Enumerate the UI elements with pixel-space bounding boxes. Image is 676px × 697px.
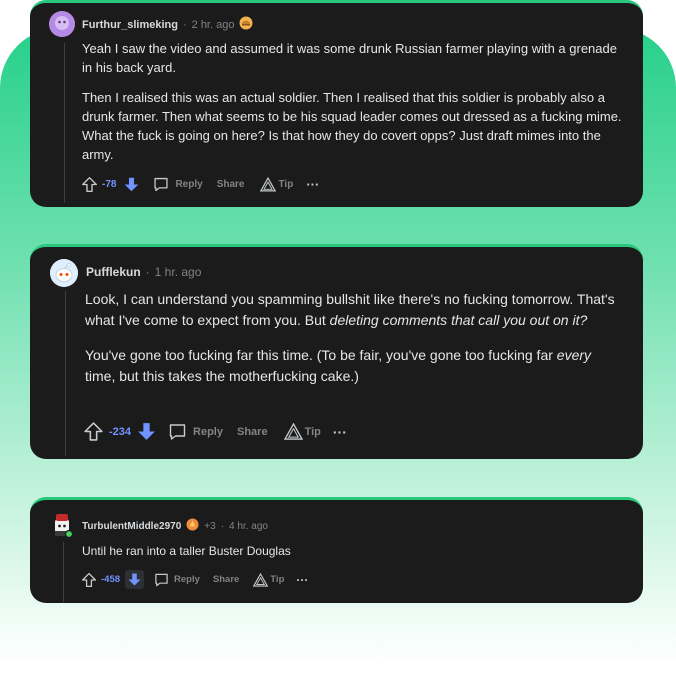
username[interactable]: Furthur_slimeking	[82, 19, 178, 31]
share-button[interactable]: Share	[213, 574, 239, 585]
tip-label: Tip	[270, 574, 285, 585]
vote-score: -78	[102, 179, 117, 190]
reply-button[interactable]: Reply	[152, 176, 203, 193]
avatar[interactable]	[51, 512, 75, 539]
more-options-icon[interactable]: ···	[296, 573, 308, 587]
comment-paragraph: You've gone too fucking far this time. (…	[85, 345, 625, 387]
comment-paragraph: Look, I can understand you spamming bull…	[85, 289, 625, 331]
avatar[interactable]	[50, 259, 78, 287]
downvote-icon[interactable]	[135, 421, 157, 442]
upvote-icon[interactable]	[80, 572, 97, 588]
meta-separator: ·	[145, 265, 150, 279]
paragraph-text: time, but this takes the motherfucking c…	[85, 368, 359, 384]
tip-button[interactable]: Tip	[260, 177, 293, 192]
tip-label: Tip	[304, 425, 321, 438]
thread-line	[63, 542, 64, 602]
avatar[interactable]	[49, 11, 75, 37]
share-button[interactable]: Share	[217, 179, 245, 190]
comment-meta: Furthur_slimeking · 2 hr. ago	[82, 16, 253, 33]
timestamp[interactable]: 4 hr. ago	[229, 521, 268, 532]
downvote-icon[interactable]	[125, 570, 145, 589]
share-label: Share	[216, 179, 245, 190]
comment-card-2: Pufflekun · 1 hr. ago Look, I can unders…	[30, 244, 643, 459]
tip-button[interactable]: Tip	[283, 423, 321, 440]
comment-bubble-icon	[155, 573, 168, 586]
thread-line	[64, 43, 65, 203]
award-icon	[239, 16, 253, 33]
comment-paragraph: Until he ran into a taller Buster Dougla…	[82, 544, 291, 558]
reply-label: Reply	[175, 179, 203, 190]
paragraph-text: You've gone too fucking far this time. (…	[85, 347, 557, 363]
action-bar: -458 Reply Share Tip ···	[80, 570, 308, 589]
comment-body: Until he ran into a taller Buster Dougla…	[82, 543, 622, 559]
comment-meta: TurbulentMiddle2970 +3 · 4 hr. ago	[82, 518, 268, 534]
comment-meta: Pufflekun · 1 hr. ago	[86, 265, 201, 279]
comment-paragraph: Then I realised this was an actual soldi…	[82, 90, 622, 162]
timestamp[interactable]: 1 hr. ago	[155, 265, 202, 279]
reply-label: Reply	[193, 425, 223, 438]
upvote-icon[interactable]	[82, 421, 104, 442]
award-icon	[186, 518, 199, 534]
username[interactable]: Pufflekun	[86, 265, 141, 279]
reply-button[interactable]: Reply	[153, 572, 200, 588]
tip-button[interactable]: Tip	[253, 572, 285, 587]
upvote-icon[interactable]	[80, 176, 98, 193]
more-options-icon[interactable]: ···	[306, 177, 319, 192]
share-button[interactable]: Share	[237, 426, 268, 438]
more-options-icon[interactable]: ···	[333, 424, 347, 440]
comment-body: Look, I can understand you spamming bull…	[85, 289, 625, 387]
downvote-icon[interactable]	[122, 176, 140, 193]
meta-separator: ·	[182, 18, 187, 31]
reply-button[interactable]: Reply	[167, 422, 223, 442]
tip-icon	[283, 423, 303, 440]
meta-separator: ·	[220, 520, 225, 532]
share-label: Share	[237, 425, 268, 438]
vote-score: -234	[109, 425, 132, 438]
timestamp[interactable]: 2 hr. ago	[192, 19, 235, 31]
share-label: Share	[212, 574, 240, 585]
action-bar: -234 Reply Share Tip ···	[82, 421, 347, 442]
action-bar: -78 Reply Share Tip ···	[80, 176, 319, 193]
comment-body: Yeah I saw the video and assumed it was …	[82, 39, 630, 164]
username[interactable]: TurbulentMiddle2970	[82, 521, 181, 532]
thread-line	[65, 291, 66, 456]
tip-icon	[253, 572, 269, 587]
comment-card-1: Furthur_slimeking · 2 hr. ago Yeah I saw…	[30, 0, 643, 207]
comment-bubble-icon	[154, 177, 169, 192]
reply-label: Reply	[174, 574, 200, 585]
comment-bubble-icon	[169, 423, 186, 440]
emphasis-text: every	[556, 347, 592, 363]
vote-score: -458	[101, 574, 121, 585]
award-count: +3	[204, 520, 216, 532]
tip-icon	[260, 177, 277, 192]
comment-paragraph: Yeah I saw the video and assumed it was …	[82, 41, 617, 75]
tip-label: Tip	[278, 179, 294, 190]
comment-card-3: TurbulentMiddle2970 +3 · 4 hr. ago Until…	[30, 497, 643, 603]
emphasis-text: deleting comments that call you out on i…	[329, 312, 588, 328]
